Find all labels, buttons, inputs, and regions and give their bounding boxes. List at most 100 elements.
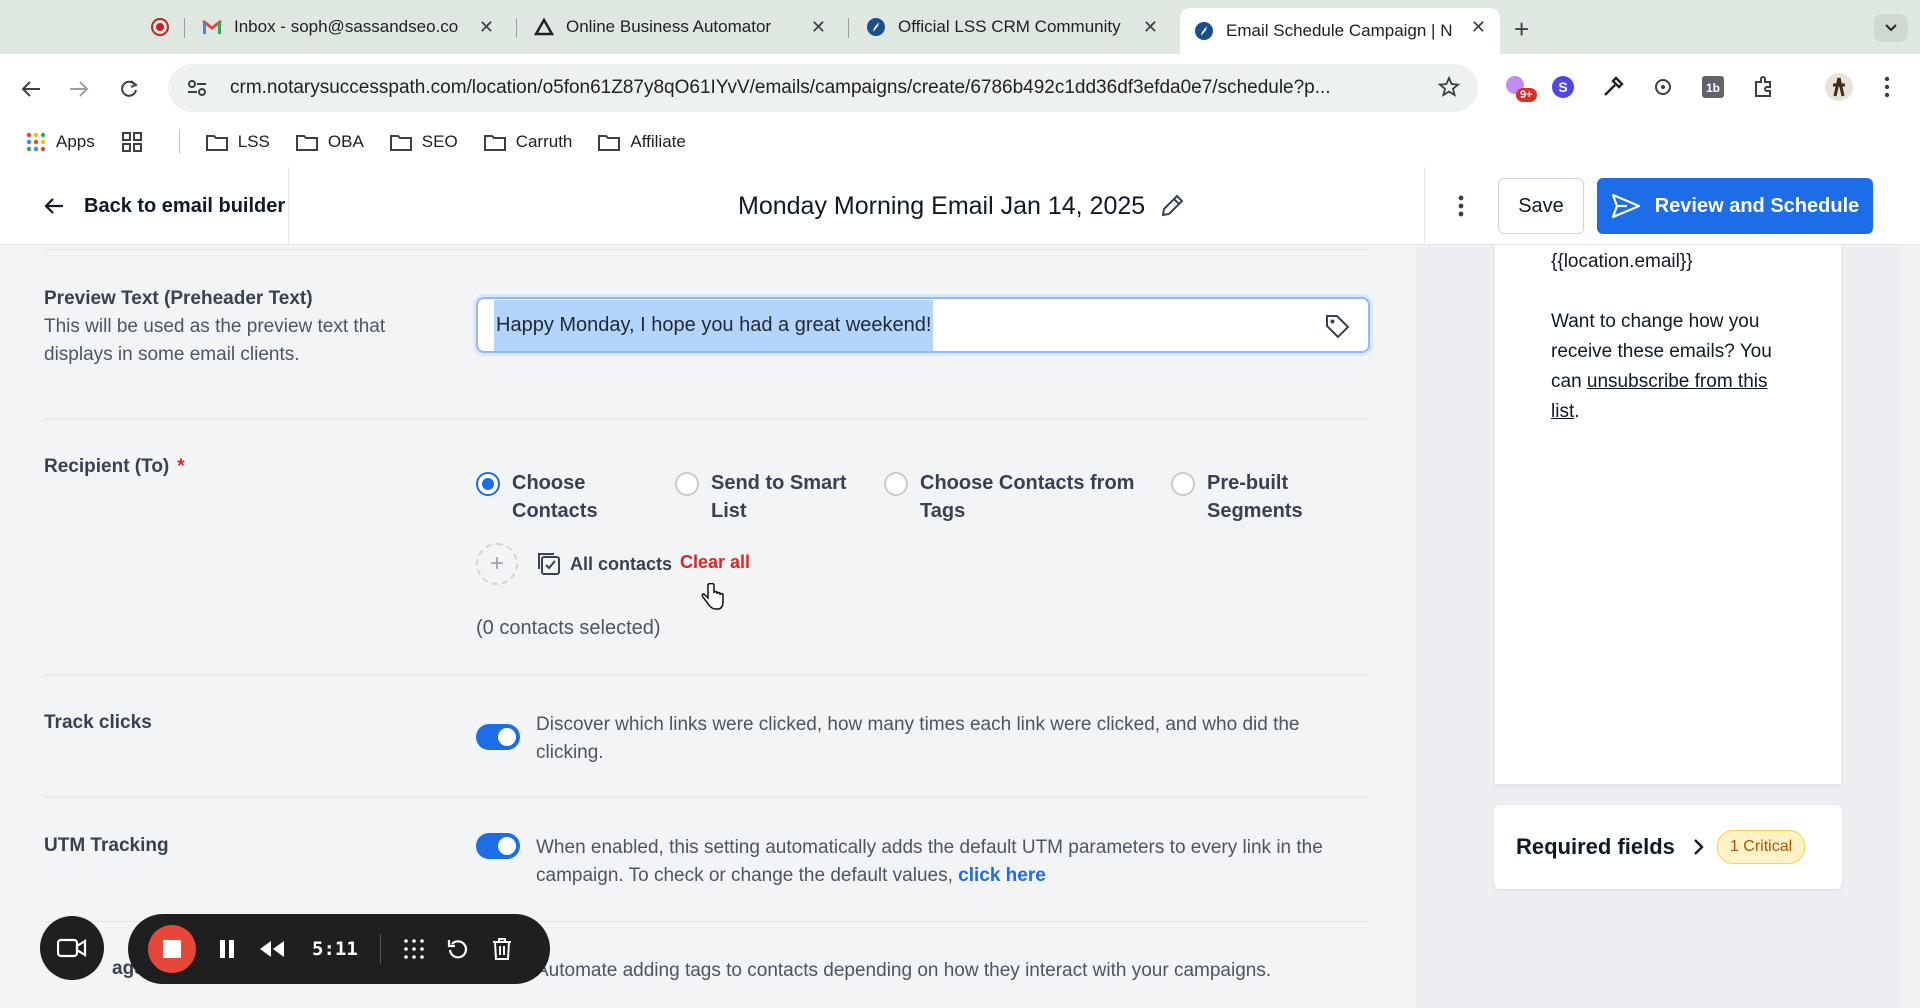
radio-send-to-smart-list[interactable]: Send to Smart List — [675, 469, 865, 525]
stop-recording-button[interactable] — [148, 925, 196, 973]
radio-button[interactable] — [884, 472, 908, 496]
new-tab-icon[interactable]: + — [1514, 14, 1529, 45]
section-divider — [44, 249, 1368, 250]
tab-email-schedule-campaign[interactable]: Email Schedule Campaign | N ✕ — [1180, 8, 1500, 54]
grid-dots-icon[interactable] — [403, 938, 425, 960]
extension-cloud-icon[interactable] — [1646, 70, 1680, 104]
reload-icon[interactable] — [112, 72, 146, 106]
back-to-builder-link[interactable]: Back to email builder — [44, 167, 285, 245]
video-camera-icon — [57, 938, 87, 958]
all-contacts-chip[interactable]: All contacts — [536, 551, 672, 577]
preview-text-input[interactable]: Happy Monday, I hope you had a great wee… — [476, 297, 1370, 353]
back-arrow-icon — [44, 198, 63, 214]
bookmark-folder-lss[interactable]: LSS — [205, 132, 270, 152]
close-tab-icon[interactable]: ✕ — [811, 17, 826, 38]
preview-text-value: Happy Monday, I hope you had a great wee… — [494, 299, 934, 351]
trash-icon[interactable] — [491, 937, 513, 961]
bookmark-folder-seo[interactable]: SEO — [389, 132, 458, 152]
extension-s-icon[interactable]: S — [1546, 70, 1580, 104]
record-icon — [150, 17, 170, 37]
save-button[interactable]: Save — [1498, 178, 1584, 234]
recipient-label: Recipient (To) * — [44, 456, 185, 478]
extension-badge: 9+ — [1516, 88, 1537, 102]
radio-label: Choose Contacts — [512, 472, 598, 522]
bookmark-label: Affiliate — [630, 132, 686, 151]
folder-icon — [205, 135, 228, 151]
bookmark-folder-affiliate[interactable]: Affiliate — [598, 132, 686, 152]
radio-button[interactable] — [675, 472, 699, 496]
unsubscribe-link[interactable]: unsubscribe from this list — [1551, 371, 1768, 422]
header-divider — [1424, 167, 1425, 245]
utm-click-here-link[interactable]: click here — [958, 865, 1046, 886]
tab-title: Online Business Automator — [566, 17, 772, 36]
email-preview-card: {{location.email}} Want to change how yo… — [1494, 245, 1842, 785]
pause-icon[interactable] — [218, 938, 236, 960]
review-button-label: Review and Schedule — [1654, 194, 1860, 217]
section-divider — [44, 797, 1368, 798]
unsubscribe-footer: Want to change how you receive these ema… — [1551, 307, 1801, 427]
tab-groups-icon[interactable] — [121, 131, 153, 153]
clear-all-link[interactable]: Clear all — [680, 552, 750, 573]
track-clicks-label: Track clicks — [44, 712, 152, 733]
page-scrollbar[interactable] — [1900, 245, 1920, 1008]
bookmark-star-icon[interactable] — [1437, 75, 1461, 103]
close-tab-icon[interactable]: ✕ — [1143, 17, 1158, 38]
radio-choose-contacts[interactable]: Choose Contacts — [476, 469, 646, 525]
email-preview-pane: {{location.email}} Want to change how yo… — [1416, 245, 1920, 1008]
tab-recording[interactable] — [136, 8, 172, 46]
chevron-right-icon — [1694, 839, 1704, 855]
track-clicks-description: Discover which links were clicked, how m… — [536, 714, 1300, 763]
edit-pencil-icon[interactable] — [1159, 193, 1185, 219]
tab-online-business-automator[interactable]: Online Business Automator ✕ — [520, 8, 840, 46]
required-fields-label: Required fields — [1516, 834, 1675, 859]
all-contacts-label: All contacts — [570, 553, 673, 574]
extensions-puzzle-icon[interactable] — [1746, 70, 1780, 104]
radio-button[interactable] — [1171, 472, 1195, 496]
close-tab-icon[interactable]: ✕ — [1471, 17, 1486, 38]
eyedropper-icon[interactable] — [1596, 70, 1630, 104]
utm-tracking-toggle[interactable] — [476, 833, 520, 859]
bookmark-folder-oba[interactable]: OBA — [295, 132, 364, 152]
extension-1b-icon[interactable]: 1b — [1696, 70, 1730, 104]
merge-tag-icon[interactable] — [1324, 313, 1350, 344]
recorder-camera-button[interactable] — [40, 916, 104, 980]
address-bar[interactable]: crm.notarysuccesspath.com/location/o5fon… — [168, 64, 1478, 112]
folder-icon — [598, 135, 621, 151]
back-link-label: Back to email builder — [84, 194, 286, 217]
tab-title: Inbox - soph@sassandseo.co — [234, 17, 459, 36]
restart-icon[interactable] — [447, 938, 469, 960]
close-tab-icon[interactable]: ✕ — [479, 17, 494, 38]
review-and-schedule-button[interactable]: Review and Schedule — [1597, 178, 1873, 234]
radio-button[interactable] — [476, 472, 500, 496]
browser-menu-icon[interactable] — [1870, 70, 1904, 104]
track-clicks-toggle[interactable] — [476, 724, 520, 750]
checked-copy-icon — [538, 553, 560, 575]
bookmark-folder-carruth[interactable]: Carruth — [483, 132, 573, 152]
bookmarks-divider — [178, 130, 180, 154]
utm-tracking-label: UTM Tracking — [44, 835, 169, 856]
profile-avatar[interactable] — [1822, 70, 1856, 104]
bookmark-label: Carruth — [515, 132, 573, 151]
bookmarks-bar: Apps LSS OBA SEO Carruth Affiliate — [0, 122, 1920, 162]
critical-count-badge: 1 Critical — [1716, 830, 1806, 864]
preview-text-help: This will be used as the preview text th… — [44, 316, 386, 365]
tab-search-chevron-icon[interactable] — [1874, 14, 1908, 42]
tags-description: Automate adding tags to contacts dependi… — [536, 960, 1272, 981]
tab-lss-crm-community[interactable]: Official LSS CRM Community ✕ — [852, 8, 1172, 46]
header-divider — [288, 167, 289, 245]
more-options-icon[interactable] — [1446, 189, 1476, 223]
add-contacts-button[interactable]: + — [476, 543, 518, 585]
campaign-title-text: Monday Morning Email Jan 14, 2025 — [738, 191, 1146, 220]
extension-notify-icon[interactable]: 9+ — [1498, 70, 1537, 104]
location-email-placeholder: {{location.email}} — [1551, 251, 1693, 272]
radio-contacts-from-tags[interactable]: Choose Contacts from Tags — [884, 469, 1144, 525]
site-settings-icon[interactable] — [180, 79, 214, 97]
rewind-icon[interactable] — [258, 939, 286, 959]
required-fields-card[interactable]: Required fields 1 Critical — [1494, 805, 1842, 889]
forward-arrow-icon[interactable] — [62, 72, 96, 106]
triangle-logo-icon — [534, 17, 554, 37]
bookmark-apps[interactable]: Apps — [26, 132, 95, 152]
back-arrow-icon[interactable] — [14, 72, 48, 106]
tab-gmail-inbox[interactable]: Inbox - soph@sassandseo.co ✕ — [188, 8, 508, 46]
radio-prebuilt-segments[interactable]: Pre-built Segments — [1171, 469, 1351, 525]
